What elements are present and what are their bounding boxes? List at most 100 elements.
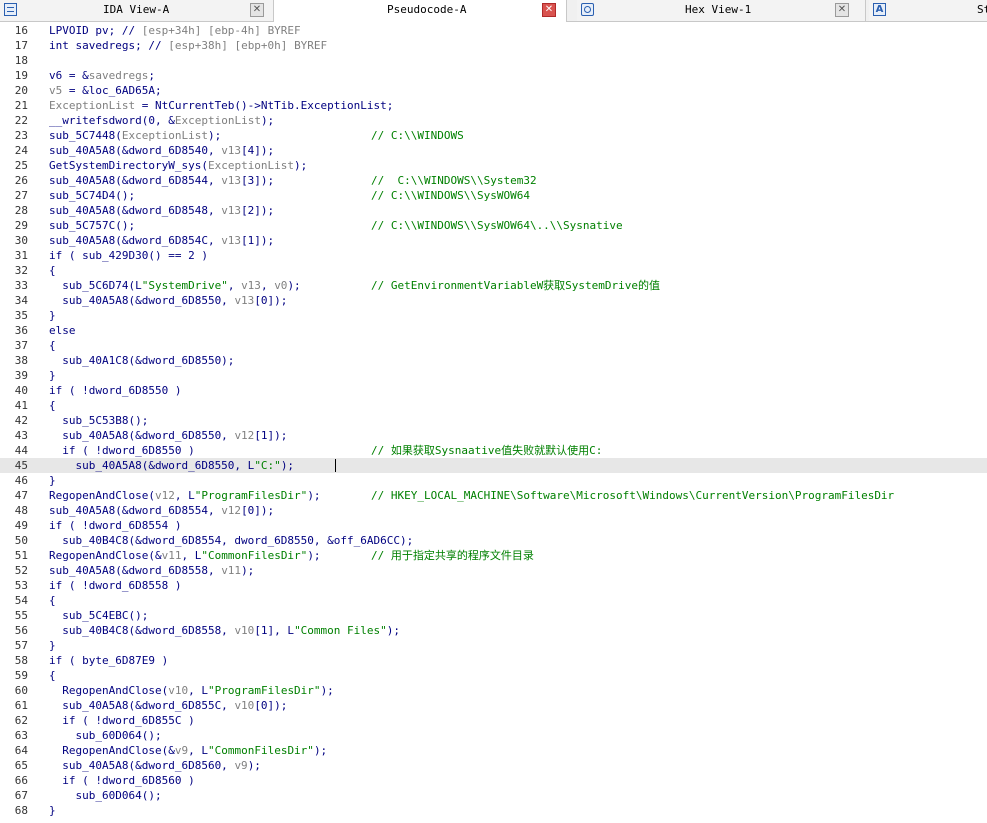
tab-pseudocode-a[interactable]: Pseudocode-A ✕ [274, 0, 567, 22]
variable-token[interactable]: v11 [221, 564, 241, 577]
code-line[interactable]: 29 sub_5C757C(); // C:\\WINDOWS\\SysWOW64\… [0, 218, 987, 233]
code-comment[interactable]: // 用于指定共享的程序文件目录 [371, 548, 534, 563]
code-token[interactable]: [0]); [254, 699, 287, 712]
code-text[interactable]: __writefsdword(0, &ExceptionList); [49, 113, 274, 128]
variable-token[interactable]: v13 [221, 234, 241, 247]
variable-token[interactable]: v10 [168, 684, 188, 697]
code-text[interactable]: RegopenAndClose(&v9, L"CommonFilesDir"); [49, 743, 327, 758]
variable-token[interactable]: ExceptionList [49, 99, 135, 112]
code-token[interactable]: ); [208, 129, 221, 142]
code-line[interactable]: 68} [0, 803, 987, 818]
code-token[interactable]: [2]); [241, 204, 274, 217]
code-line[interactable]: 52 sub_40A5A8(&dword_6D8558, v11); [0, 563, 987, 578]
code-token[interactable]: ); [248, 759, 261, 772]
code-token[interactable]: ); [281, 459, 294, 472]
code-token[interactable]: ; [148, 69, 155, 82]
code-line[interactable]: 53 if ( !dword_6D8558 ) [0, 578, 987, 593]
code-token[interactable]: if ( !dword_6D8554 ) [49, 519, 181, 532]
code-token[interactable]: = &loc_6AD65A; [62, 84, 162, 97]
code-line[interactable]: 55 sub_5C4EBC(); [0, 608, 987, 623]
code-text[interactable]: sub_40A5A8(&dword_6D8550, v12[1]); [49, 428, 287, 443]
code-text[interactable]: { [49, 338, 56, 353]
code-line[interactable]: 21 ExceptionList = NtCurrentTeb()->NtTib.… [0, 98, 987, 113]
code-line[interactable]: 63 sub_60D064(); [0, 728, 987, 743]
code-line[interactable]: 17 int savedregs; // [esp+38h] [ebp+0h] B… [0, 38, 987, 53]
code-token[interactable]: sub_40A5A8(&dword_6D8550, L [49, 459, 254, 472]
code-token[interactable]: sub_40A5A8(&dword_6D8550, [49, 294, 234, 307]
code-text[interactable]: sub_40A5A8(&dword_6D855C, v10[0]); [49, 698, 287, 713]
code-comment[interactable]: // C:\\WINDOWS [371, 128, 464, 143]
code-line[interactable]: 27 sub_5C74D4(); // C:\\WINDOWS\\SysWOW64 [0, 188, 987, 203]
code-token[interactable]: ); [294, 159, 307, 172]
code-text[interactable]: sub_60D064(); [49, 728, 161, 743]
code-line[interactable]: 62 if ( !dword_6D855C ) [0, 713, 987, 728]
code-comment[interactable]: // 如果获取Sysnaative值失败就默认使用C: [371, 443, 602, 458]
code-line[interactable]: 39} [0, 368, 987, 383]
code-line[interactable]: 46} [0, 473, 987, 488]
code-line[interactable]: 31 if ( sub_429D30() == 2 ) [0, 248, 987, 263]
variable-token[interactable]: v13 [221, 144, 241, 157]
code-line[interactable]: 33 sub_5C6D74(L"SystemDrive", v13, v0); /… [0, 278, 987, 293]
code-line[interactable]: 25 GetSystemDirectoryW_sys(ExceptionList)… [0, 158, 987, 173]
code-token[interactable]: sub_5C53B8(); [49, 414, 148, 427]
code-token[interactable]: sub_60D064(); [49, 729, 161, 742]
code-token[interactable]: [0]); [254, 294, 287, 307]
variable-token[interactable]: v5 [49, 84, 62, 97]
code-token[interactable]: { [49, 339, 56, 352]
close-icon[interactable]: ✕ [542, 3, 556, 17]
code-token[interactable]: if ( sub_429D30() == 2 ) [49, 249, 208, 262]
code-line[interactable]: 50 sub_40B4C8(&dword_6D8554, dword_6D855… [0, 533, 987, 548]
code-line[interactable]: 56 sub_40B4C8(&dword_6D8558, v10[1], L"C… [0, 623, 987, 638]
code-token[interactable]: } [49, 309, 56, 322]
string-token[interactable]: "C:" [254, 459, 281, 472]
variable-token[interactable]: v9 [175, 744, 188, 757]
code-token[interactable]: ); [261, 114, 274, 127]
code-token[interactable]: [1]); [241, 234, 274, 247]
code-token[interactable]: , L [175, 489, 195, 502]
code-token[interactable]: { [49, 594, 56, 607]
code-line[interactable]: 41 { [0, 398, 987, 413]
code-text[interactable]: if ( !dword_6D8558 ) [49, 578, 181, 593]
code-text[interactable]: sub_40A5A8(&dword_6D8560, v9); [49, 758, 261, 773]
code-text[interactable]: sub_40A5A8(&dword_6D8540, v13[4]); [49, 143, 274, 158]
code-token[interactable]: ); [321, 684, 334, 697]
code-line[interactable]: 51 RegopenAndClose(&v11, L"CommonFilesDir… [0, 548, 987, 563]
code-line[interactable]: 59 { [0, 668, 987, 683]
close-icon[interactable]: ✕ [250, 3, 264, 17]
code-text[interactable]: sub_5C74D4(); [49, 188, 135, 203]
code-token[interactable]: RegopenAndClose( [49, 489, 155, 502]
variable-token[interactable]: v12 [221, 504, 241, 517]
code-text[interactable]: } [49, 803, 56, 818]
code-token[interactable]: if ( !dword_6D855C ) [49, 714, 194, 727]
code-token[interactable]: ); [241, 564, 254, 577]
tab-ida-view-a[interactable]: IDA View-A ✕ [0, 0, 274, 21]
code-token[interactable]: int savedregs; // [49, 39, 168, 52]
pseudocode-editor[interactable]: 16 LPVOID pv; // [esp+34h] [ebp-4h] BYREF… [0, 22, 987, 823]
code-text[interactable]: sub_5C4EBC(); [49, 608, 148, 623]
string-token[interactable]: "ProgramFilesDir" [208, 684, 321, 697]
code-token[interactable]: GetSystemDirectoryW_sys( [49, 159, 208, 172]
code-token[interactable]: if ( !dword_6D8550 ) [49, 444, 194, 457]
code-text[interactable]: sub_5C757C(); [49, 218, 135, 233]
code-token[interactable]: sub_5C74D4(); [49, 189, 135, 202]
code-line[interactable]: 60 RegopenAndClose(v10, L"ProgramFilesDi… [0, 683, 987, 698]
code-token[interactable]: if ( !dword_6D8550 ) [49, 384, 181, 397]
code-line[interactable]: 48 sub_40A5A8(&dword_6D8554, v12[0]); [0, 503, 987, 518]
code-line[interactable]: 35} [0, 308, 987, 323]
code-token[interactable]: ); [387, 624, 400, 637]
code-line[interactable]: 28 sub_40A5A8(&dword_6D8548, v13[2]); [0, 203, 987, 218]
code-token[interactable]: sub_40A5A8(&dword_6D8550, [49, 429, 234, 442]
code-line[interactable]: 61 sub_40A5A8(&dword_6D855C, v10[0]); [0, 698, 987, 713]
code-line[interactable]: 57} [0, 638, 987, 653]
code-text[interactable]: if ( !dword_6D8560 ) [49, 773, 194, 788]
string-token[interactable]: "Common Files" [294, 624, 387, 637]
variable-token[interactable]: v13 [221, 174, 241, 187]
code-token[interactable]: __writefsdword(0, & [49, 114, 175, 127]
code-text[interactable]: if ( byte_6D87E9 ) [49, 653, 168, 668]
code-token[interactable]: } [49, 639, 56, 652]
code-token[interactable]: v6 = & [49, 69, 89, 82]
code-line[interactable]: 66 if ( !dword_6D8560 ) [0, 773, 987, 788]
code-token[interactable]: sub_5C757C(); [49, 219, 135, 232]
code-token[interactable]: sub_40A5A8(&dword_6D855C, [49, 699, 234, 712]
tab-hex-view-1[interactable]: Hex View-1 ✕ [577, 0, 866, 21]
